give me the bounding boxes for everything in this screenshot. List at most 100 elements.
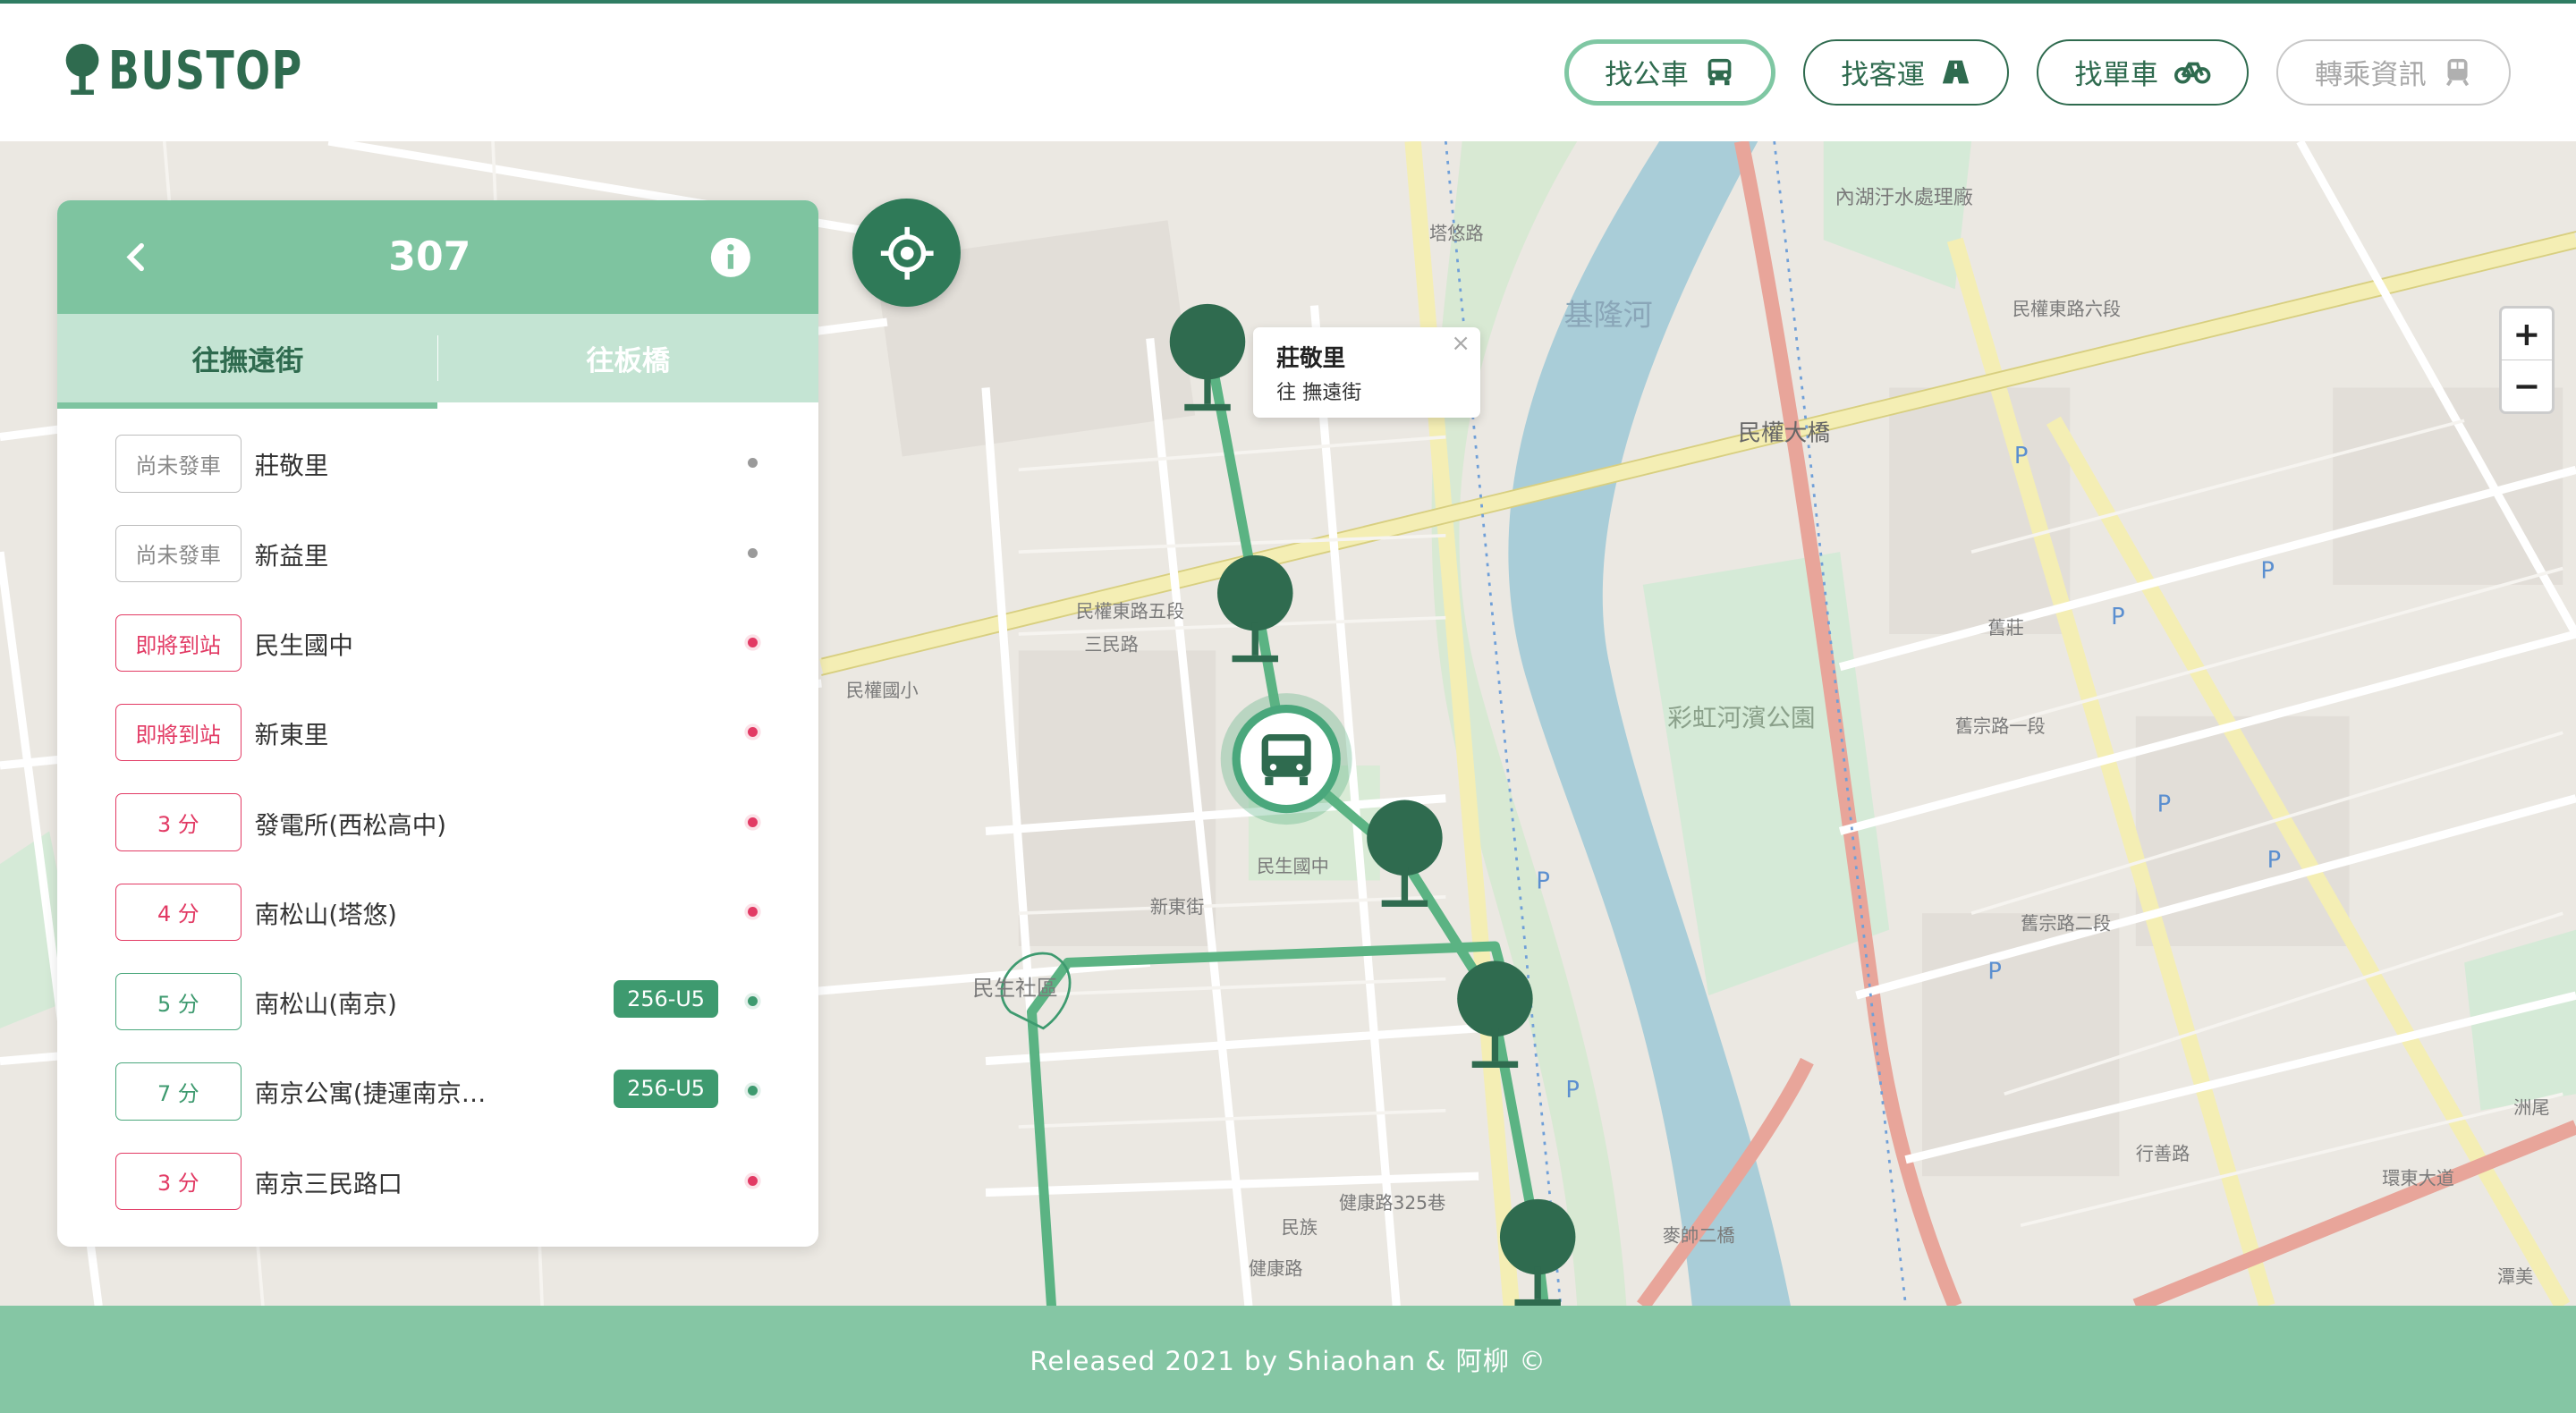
- tab-direction-1[interactable]: 往撫遠街: [57, 314, 439, 410]
- status-dot: [747, 816, 758, 827]
- map-label-school: 民生國中: [1257, 855, 1329, 876]
- tab-direction-2[interactable]: 往板橋: [437, 314, 818, 402]
- arrival-status-badge: 7 分: [114, 1062, 242, 1121]
- status-dot: [747, 727, 758, 738]
- locate-button[interactable]: [852, 199, 962, 308]
- stop-item[interactable]: 即將到站 民生國中: [57, 598, 818, 688]
- arrival-status-badge: 5 分: [114, 973, 242, 1031]
- bus-location-marker[interactable]: [1220, 693, 1352, 825]
- stop-item[interactable]: 尚未發車 莊敬里: [57, 419, 818, 508]
- footer-credit: Released 2021 by Shiaohan & 阿柳 ©: [1030, 1345, 1546, 1376]
- stop-name: 民生國中: [254, 631, 353, 661]
- stop-item[interactable]: 3 分 南京三民路口: [57, 1137, 818, 1226]
- stop-name: 新益里: [254, 541, 329, 571]
- status-dot: [747, 637, 758, 647]
- zoom-in-button[interactable]: +: [2501, 309, 2553, 360]
- stop-item[interactable]: 尚未發車 新益里: [57, 509, 818, 598]
- stop-name: 南松山(塔悠): [254, 900, 397, 929]
- bus-plate-badge: 256-U5: [614, 1070, 718, 1108]
- stop-list: 尚未發車 莊敬里 尚未發車 新益里 即將到站 民生國中 即將到站 新東里 3 分: [57, 402, 818, 1226]
- bus-stop-sign-icon: [65, 44, 99, 96]
- zoom-control: + −: [2498, 305, 2555, 414]
- stop-name: 新東里: [254, 721, 329, 750]
- status-dot: [747, 1175, 758, 1186]
- popup-stop-name: 莊敬里: [1276, 345, 1346, 373]
- stop-item[interactable]: 即將到站 新東里: [57, 688, 818, 777]
- road-icon: [1943, 60, 1970, 84]
- svg-text:P: P: [2267, 847, 2282, 874]
- map-label-area-4: 洲尾: [2513, 1096, 2549, 1118]
- bus-plate-badge: 256-U5: [614, 979, 718, 1019]
- arrival-status-badge: 尚未發車: [114, 524, 242, 582]
- stop-item[interactable]: 5 分 南松山(南京) 256-U5: [57, 957, 818, 1046]
- stop-popup: 莊敬里 往 撫遠街 ×: [1253, 326, 1480, 418]
- status-dot: [747, 458, 758, 469]
- main-nav: 找公車 找客運 找單車 轉乘資訊: [1563, 39, 2511, 106]
- map-label-bridge: 民權大橋: [1738, 419, 1830, 446]
- status-dot: [747, 996, 758, 1007]
- nav-find-bike[interactable]: 找單車: [2036, 39, 2250, 106]
- map-label-plant: 內湖汙水處理廠: [1835, 187, 1973, 209]
- map-label-park: 彩虹河濱公園: [1667, 704, 1815, 732]
- train-icon: [2446, 59, 2470, 87]
- nav-find-bike-label: 找單車: [2074, 59, 2159, 92]
- map-label-road-3: 塔悠路: [1429, 223, 1484, 244]
- map-label-road-9: 健康路: [1249, 1257, 1303, 1279]
- back-chevron-icon[interactable]: [123, 242, 149, 272]
- svg-text:P: P: [1536, 868, 1550, 895]
- direction-tabs: 往撫遠街 往板橋: [57, 313, 818, 410]
- status-dot: [747, 1086, 758, 1096]
- arrival-status-badge: 4 分: [114, 883, 242, 942]
- bus-icon: [1707, 59, 1732, 86]
- crosshair-icon: [880, 226, 934, 280]
- arrival-status-badge: 即將到站: [114, 704, 242, 762]
- map-label-road-1: 民權東路六段: [2012, 299, 2121, 320]
- bicycle-icon: [2174, 62, 2211, 84]
- popup-direction: 往 撫遠街: [1276, 381, 1362, 404]
- stop-name: 南松山(南京): [254, 990, 397, 1020]
- nav-find-bus-label: 找公車: [1605, 59, 1689, 92]
- nav-find-bus[interactable]: 找公車: [1563, 39, 1775, 106]
- stop-item[interactable]: 4 分 南松山(塔悠): [57, 867, 818, 957]
- map-label-road-5: 舊宗路二段: [2021, 913, 2111, 935]
- top-header: BUSTOP 找公車 找客運 找單車 轉乘資訊: [0, 3, 2576, 141]
- info-icon[interactable]: [709, 236, 752, 279]
- map-label-community: 民生社區: [972, 976, 1057, 1001]
- popup-close-button[interactable]: ×: [1451, 330, 1470, 357]
- status-dot: [747, 547, 758, 558]
- map-label-road-2: 民權東路五段: [1076, 601, 1184, 622]
- map-label-bridge-2: 麥帥二橋: [1663, 1225, 1735, 1247]
- map-label-road-11: 行善路: [2136, 1143, 2190, 1164]
- zoom-out-button[interactable]: −: [2502, 360, 2552, 411]
- stop-name: 莊敬里: [254, 452, 329, 481]
- route-panel: 307 往撫遠街 往板橋 尚未發車 莊敬里 尚未發車 新益里 即將到站 民生國中…: [57, 200, 818, 1248]
- arrival-status-badge: 尚未發車: [114, 435, 242, 493]
- page-footer: Released 2021 by Shiaohan & 阿柳 ©: [0, 1306, 2576, 1413]
- stop-name: 南京公寓(捷運南京…: [254, 1079, 487, 1109]
- route-number: 307: [388, 233, 471, 280]
- map-label-area-1: 舊莊: [1987, 617, 2023, 639]
- stop-name: 南京三民路口: [254, 1169, 402, 1198]
- map-label-area-3: 潭美: [2497, 1265, 2533, 1287]
- nav-transfer-info-label: 轉乘資訊: [2314, 59, 2427, 92]
- arrival-status-badge: 即將到站: [114, 613, 242, 673]
- nav-find-coach-label: 找客運: [1841, 59, 1925, 92]
- svg-text:P: P: [2157, 791, 2172, 817]
- arrival-status-badge: 3 分: [114, 1152, 242, 1210]
- logo-text: BUSTOP: [108, 39, 303, 102]
- arrival-status-badge: 3 分: [114, 793, 242, 851]
- bustop-logo[interactable]: BUSTOP: [63, 39, 358, 101]
- svg-text:P: P: [2260, 558, 2275, 585]
- map-label-school-2: 民權國小: [846, 680, 919, 701]
- svg-text:P: P: [1565, 1077, 1580, 1104]
- map-label-road-4: 舊宗路一段: [1955, 715, 2046, 737]
- stop-item[interactable]: 7 分 南京公寓(捷運南京… 256-U5: [57, 1046, 818, 1136]
- map-label-river: 基隆河: [1564, 298, 1653, 333]
- status-dot: [747, 906, 758, 917]
- map-label-road-10: 環東大道: [2382, 1167, 2454, 1189]
- stop-item[interactable]: 3 分 發電所(西松高中): [57, 777, 818, 867]
- map-label-road-6: 新東街: [1150, 896, 1205, 918]
- nav-find-coach[interactable]: 找客運: [1802, 39, 2009, 106]
- nav-transfer-info[interactable]: 轉乘資訊: [2276, 39, 2511, 106]
- map-label-road-8: 健康路325巷: [1339, 1192, 1445, 1214]
